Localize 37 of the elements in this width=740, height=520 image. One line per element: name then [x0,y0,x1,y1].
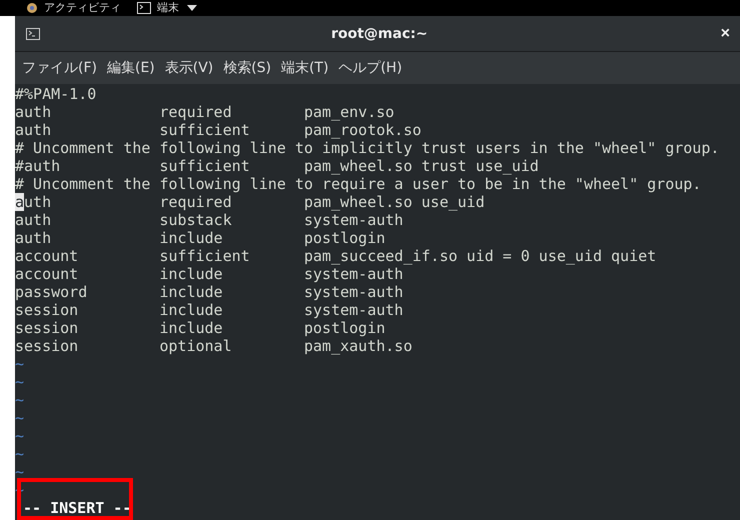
menu-item[interactable]: 検索(S) [220,59,274,77]
code-line: # Uncomment the following line to implicitly trust users in the "wheel" group. [15,139,720,157]
empty-line-marker: ~ [15,409,26,427]
empty-line-marker: ~ [15,463,26,481]
code-line: session include system-auth [15,301,404,319]
activities-button[interactable]: アクティビティ [26,1,121,15]
terminal-icon [26,28,40,40]
empty-line-marker: ~ [15,355,26,373]
code-line: auth required pam_env.so [15,103,396,121]
empty-line-marker: ~ [15,391,26,409]
menu-item[interactable]: ヘルプ(H) [336,59,406,77]
window-title: root@mac:~ [330,26,429,42]
terminal-icon [137,2,151,14]
empty-line-marker: ~ [15,427,26,445]
code-line: session include postlogin [15,319,386,337]
close-button[interactable]: × [718,24,732,42]
menu-item[interactable]: 編集(E) [104,59,158,77]
code-line: #auth sufficient pam_wheel.so trust use_uid [15,157,540,175]
empty-line-marker: ~ [15,373,26,391]
menu-item[interactable]: 端末(T) [278,59,332,77]
menu-item[interactable]: ファイル(F) [19,59,100,77]
code-line: #%PAM-1.0 [15,85,98,103]
mode-indicator: -- INSERT -- [22,499,132,517]
code-line: auth substack system-auth [15,211,404,229]
menu-item[interactable]: 表示(V) [162,59,216,77]
code-line: account include system-auth [15,265,404,283]
text-cursor: a [15,193,24,211]
code-line: account sufficient pam_succeed_if.so uid = 0 use_uid quiet [15,247,658,265]
app-menu[interactable]: 端末 [137,1,197,15]
code-line: auth sufficient pam_rootok.so [15,121,422,139]
caret-icon [187,5,197,11]
code-line: auth required pam_wheel.so use_uid [15,193,486,211]
code-line: session optional pam_xauth.so [15,337,414,355]
code-line: auth include postlogin [15,229,386,247]
code-line: # Uncomment the following line to require a user to be in the "wheel" group. [15,175,702,193]
empty-line-marker: ~ [15,445,26,463]
code-line: password include system-auth [15,283,404,301]
